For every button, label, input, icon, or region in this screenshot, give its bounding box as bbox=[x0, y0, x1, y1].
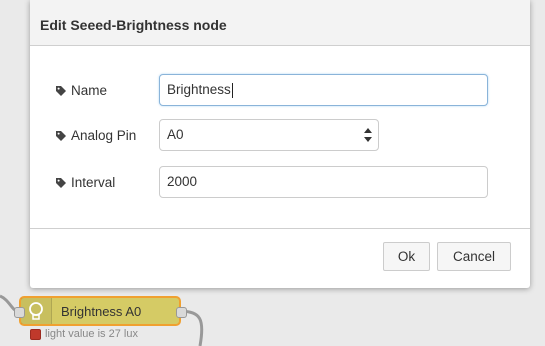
analog-pin-value: A0 bbox=[167, 127, 184, 142]
dialog-header: Edit Seeed-Brightness node bbox=[30, 0, 530, 46]
status-text: light value is 27 lux bbox=[45, 328, 138, 340]
text-caret bbox=[231, 82, 233, 98]
status-indicator-icon bbox=[30, 328, 41, 340]
lightbulb-icon bbox=[29, 302, 43, 320]
name-row: Name Brightness bbox=[55, 74, 515, 108]
name-label-text: Name bbox=[71, 83, 108, 98]
pin-label-text: Analog Pin bbox=[71, 128, 137, 143]
input-port[interactable] bbox=[14, 307, 25, 318]
cancel-button[interactable]: Cancel bbox=[437, 242, 511, 271]
dialog-title: Edit Seeed-Brightness node bbox=[40, 17, 227, 33]
node-icon-box bbox=[21, 298, 52, 324]
name-input-value: Brightness bbox=[167, 82, 231, 97]
node-label: Brightness A0 bbox=[61, 304, 142, 319]
interval-label-text: Interval bbox=[71, 175, 116, 190]
dialog-footer: Ok Cancel bbox=[30, 228, 530, 288]
interval-label: Interval bbox=[55, 175, 115, 190]
interval-input[interactable]: 2000 bbox=[159, 166, 488, 198]
brightness-node[interactable]: Brightness A0 bbox=[19, 296, 181, 326]
interval-input-value: 2000 bbox=[167, 174, 198, 189]
tag-icon bbox=[56, 130, 66, 141]
analog-pin-select[interactable]: A0 bbox=[159, 119, 379, 151]
output-port[interactable] bbox=[176, 307, 187, 318]
interval-row: Interval 2000 bbox=[55, 166, 515, 200]
tag-icon bbox=[56, 85, 66, 96]
tag-icon bbox=[56, 177, 66, 188]
name-input[interactable]: Brightness bbox=[159, 74, 488, 106]
node-status: light value is 27 lux bbox=[30, 328, 138, 340]
ok-button[interactable]: Ok bbox=[383, 242, 430, 271]
pin-row: Analog Pin A0 bbox=[55, 119, 515, 153]
pin-label: Analog Pin bbox=[55, 128, 136, 143]
edit-node-dialog: Edit Seeed-Brightness node Name Brightne… bbox=[30, 0, 530, 288]
select-arrows-icon bbox=[364, 128, 372, 142]
name-label: Name bbox=[55, 83, 107, 98]
